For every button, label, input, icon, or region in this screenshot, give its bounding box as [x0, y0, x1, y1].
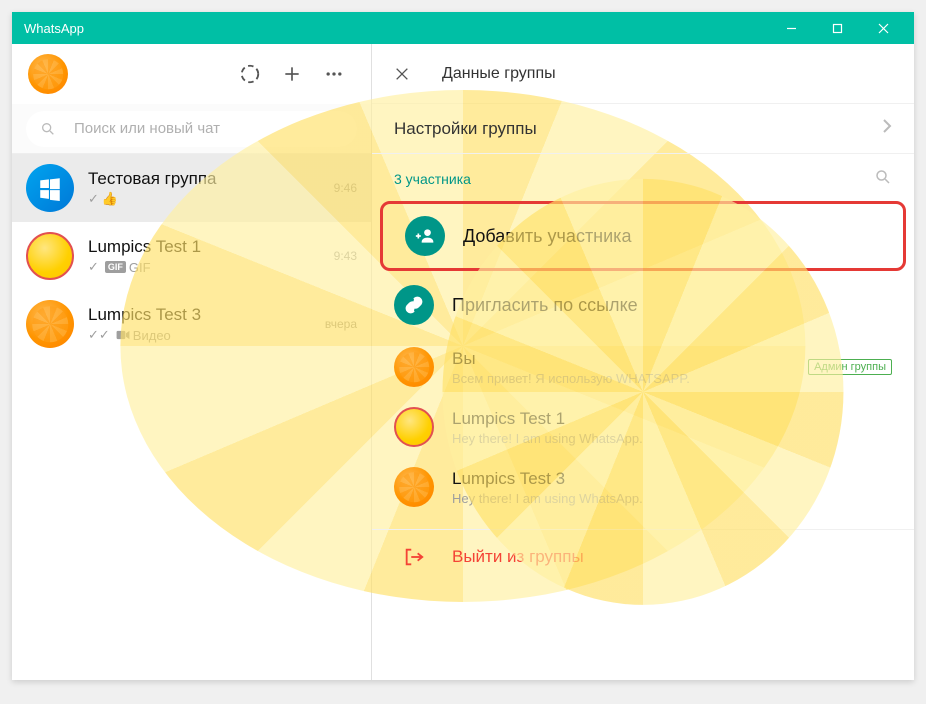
- search-icon: [40, 121, 56, 137]
- read-check-icon: ✓✓: [88, 327, 110, 343]
- member-row-lumpics-test-1[interactable]: Lumpics Test 1 Hey there! I am using Wha…: [372, 397, 914, 457]
- window-maximize-button[interactable]: [814, 12, 860, 44]
- chat-sub-text: 👍: [102, 191, 118, 207]
- search-members-button[interactable]: [874, 168, 892, 189]
- exit-icon: [394, 546, 434, 568]
- app-window: WhatsApp: [12, 12, 914, 680]
- delivered-check-icon: ✓: [88, 191, 99, 207]
- status-icon-button[interactable]: [229, 54, 271, 94]
- group-settings-label: Настройки группы: [394, 119, 882, 139]
- user-avatar[interactable]: [28, 54, 68, 94]
- chat-list: Тестовая группа ✓ 👍 9:46 Lumpics Test 1: [12, 154, 371, 680]
- new-chat-button[interactable]: [271, 54, 313, 94]
- titlebar-title: WhatsApp: [20, 21, 768, 36]
- chat-avatar: [26, 164, 74, 212]
- window-minimize-button[interactable]: [768, 12, 814, 44]
- member-avatar: [394, 467, 434, 507]
- group-info-body: Настройки группы 3 участника: [372, 104, 914, 680]
- chat-avatar: [26, 232, 74, 280]
- member-avatar: [394, 347, 434, 387]
- chevron-right-icon: [882, 118, 892, 139]
- chat-list-pane: Поиск или новый чат Тестовая группа ✓ 👍: [12, 44, 372, 680]
- link-icon: [394, 285, 434, 325]
- titlebar: WhatsApp: [12, 12, 914, 44]
- chat-avatar: [26, 300, 74, 348]
- group-info-title: Данные группы: [442, 65, 556, 83]
- delivered-check-icon: ✓: [88, 259, 99, 275]
- add-person-icon: [405, 216, 445, 256]
- member-avatar: [394, 407, 434, 447]
- content-area: Поиск или новый чат Тестовая группа ✓ 👍: [12, 44, 914, 680]
- gif-badge-icon: GIF: [105, 261, 126, 273]
- close-group-info-button[interactable]: [390, 62, 414, 86]
- chat-item-lumpics-test-1[interactable]: Lumpics Test 1 ✓ GIF GIF 9:43: [12, 222, 371, 290]
- menu-button[interactable]: [313, 54, 355, 94]
- left-header: [12, 44, 371, 104]
- window-close-button[interactable]: [860, 12, 906, 44]
- group-info-pane: Данные группы Настройки группы 3 участни…: [372, 44, 914, 680]
- group-settings-row[interactable]: Настройки группы: [372, 104, 914, 154]
- search-placeholder: Поиск или новый чат: [74, 120, 220, 137]
